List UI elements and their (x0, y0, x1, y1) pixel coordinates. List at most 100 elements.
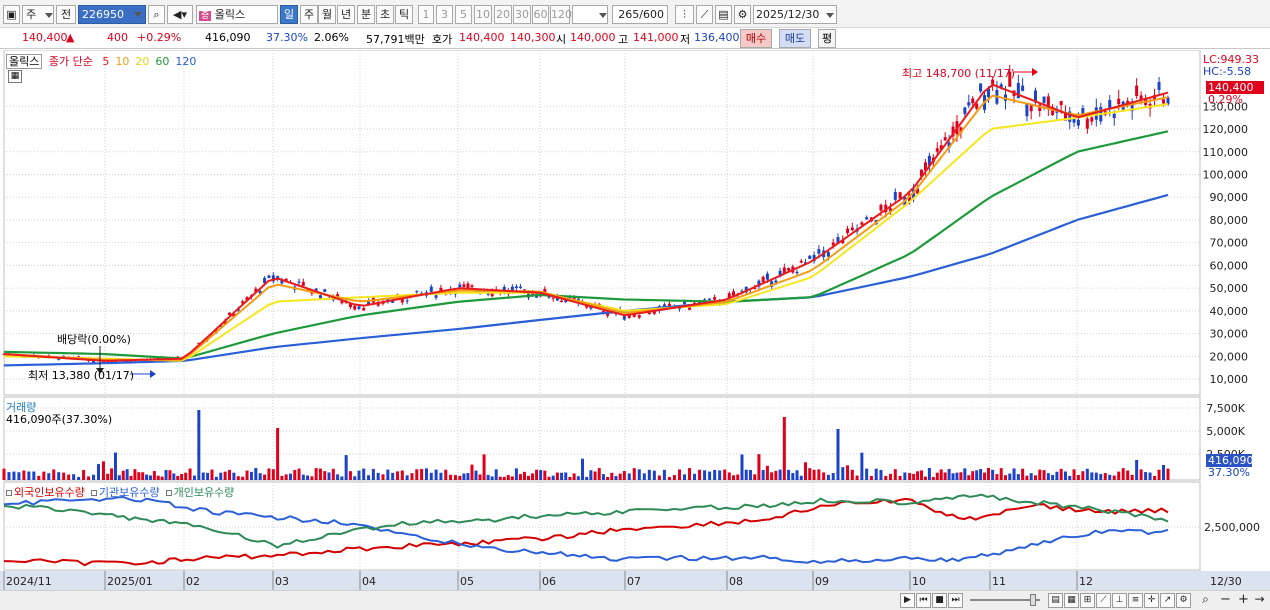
scroll-right-end-icon[interactable]: → (1252, 593, 1267, 608)
compare-icon[interactable]: ⊞ (1080, 593, 1095, 608)
period-tab-3[interactable]: 년 (337, 5, 355, 24)
stop-icon[interactable]: ■ (932, 593, 947, 608)
search-icon[interactable]: ⌕ (148, 5, 165, 24)
interval-button-0[interactable]: 1 (418, 5, 434, 24)
ma-period-60[interactable]: 60 (155, 55, 169, 68)
crosshair-icon[interactable]: ✛ (1144, 593, 1159, 608)
chart-canvas[interactable]: 130,000120,000110,000100,00090,00080,000… (0, 50, 1270, 590)
price-tick-label: 10,000 (1210, 373, 1249, 386)
layout-icon[interactable]: ▤ (1048, 593, 1063, 608)
period-tab-2[interactable]: 월 (318, 5, 336, 24)
date-field[interactable]: 2025/12/30 (753, 5, 837, 24)
zoom-slider-handle[interactable] (1030, 594, 1036, 606)
volume-bar (47, 473, 51, 480)
zoom-plus-icon[interactable]: + (1236, 593, 1251, 608)
volume-bar (1126, 470, 1130, 480)
holding-series-label[interactable]: 외국인보유수량 (14, 486, 85, 499)
volume-bar (462, 473, 466, 480)
volume-bar (197, 410, 201, 480)
fibo-icon[interactable]: ≡ (1128, 593, 1143, 608)
volume-bar (1003, 475, 1007, 480)
gear-icon[interactable]: ⚙ (734, 5, 751, 24)
scroll-end-icon[interactable]: ⏭ (948, 593, 963, 608)
interval-custom-select[interactable] (572, 5, 608, 24)
calculator-icon[interactable]: ▦ (8, 70, 22, 83)
settings-icon[interactable]: ⚙ (1176, 593, 1191, 608)
volume-bar (117, 475, 121, 480)
interval-button-7[interactable]: 120 (550, 5, 572, 24)
eval-button[interactable]: 평 (818, 29, 836, 48)
volume-bar (133, 469, 137, 480)
chevron-down-icon (599, 13, 607, 18)
ma-period-20[interactable]: 20 (135, 55, 149, 68)
draw-tool-icon[interactable]: ⟋ (696, 5, 713, 24)
interval-button-6[interactable]: 60 (532, 5, 549, 24)
bar-count-field[interactable]: 265/600 (612, 5, 668, 24)
stock-code-dropdown-icon[interactable] (134, 12, 142, 17)
candle-body (1117, 98, 1121, 105)
current-pct-tag: 0.29% (1208, 93, 1243, 106)
bid-price: 140,300 (510, 31, 556, 44)
market-select[interactable]: 주 (22, 5, 54, 24)
scroll-right-icon[interactable]: ▶ (900, 593, 915, 608)
x-axis-label: 05 (460, 575, 474, 588)
ma-period-5[interactable]: 5 (102, 55, 109, 68)
holding-series-label[interactable]: 개인보유수량 (174, 486, 235, 499)
ma-period-10[interactable]: 10 (115, 55, 129, 68)
volume-bar (518, 474, 522, 480)
line-tool-icon[interactable]: ⟋ (1096, 593, 1111, 608)
stock-name-field[interactable]: 증 올릭스 (196, 5, 278, 24)
ma-period-120[interactable]: 120 (175, 55, 196, 68)
volume-bar (381, 474, 385, 480)
interval-button-2[interactable]: 5 (455, 5, 472, 24)
bottom-navigation-bar: ▶ ⏮ ■ ⏭ ▤ ▦ ⊞ ⟋ ⊥ ≡ ✛ ↗ ⚙ ⌕ − + → (0, 590, 1270, 610)
period-tab-1[interactable]: 주 (300, 5, 318, 24)
volume-bar (522, 471, 526, 480)
candle-body (518, 286, 522, 289)
interval-button-1[interactable]: 3 (436, 5, 453, 24)
zoom-out-icon[interactable]: ⌕ (1198, 593, 1213, 608)
candle-type-icon[interactable]: ⫶ (675, 5, 694, 24)
interval-button-4[interactable]: 20 (494, 5, 512, 24)
volume-bar (662, 469, 666, 480)
zoom-minus-icon[interactable]: − (1218, 593, 1233, 608)
period-tab-4[interactable]: 분 (357, 5, 375, 24)
hoga-label: 호가 (432, 33, 453, 46)
ruler-icon[interactable]: ⊥ (1112, 593, 1127, 608)
volume-bar (761, 470, 765, 480)
dividend-annotation: 배당락(0.00%) (57, 333, 131, 346)
chart-area[interactable]: 130,000 120,000 110,000 100,000 90,000 80,000… (0, 50, 1270, 590)
volume-bar (1068, 475, 1072, 480)
volume-bar (683, 474, 686, 480)
volume-bar (188, 468, 192, 480)
volume-bar (943, 472, 947, 480)
volume-bar (1130, 474, 1134, 480)
volume-bar (391, 472, 395, 480)
volume-bar (1033, 475, 1037, 480)
volume-bar (288, 473, 292, 480)
volume-bar (415, 469, 419, 480)
period-tab-0[interactable]: 일 (280, 5, 298, 24)
trend-icon[interactable]: ↗ (1160, 593, 1175, 608)
buy-button[interactable]: 매수 (740, 29, 772, 48)
save-icon[interactable]: ▤ (715, 5, 732, 24)
scroll-start-icon[interactable]: ⏮ (916, 593, 931, 608)
window-menu-icon[interactable]: ▣ (3, 5, 20, 24)
volume-bar (129, 475, 133, 480)
holding-series-label[interactable]: 기관보유수량 (99, 486, 160, 499)
volume-bar (67, 474, 71, 480)
prev-button[interactable]: 전 (56, 5, 76, 24)
interval-button-3[interactable]: 10 (474, 5, 492, 24)
period-tab-5[interactable]: 초 (376, 5, 394, 24)
interval-button-5[interactable]: 30 (513, 5, 531, 24)
volume-bar (770, 472, 774, 480)
volume-bar (96, 464, 100, 480)
sell-button[interactable]: 매도 (779, 29, 811, 48)
speaker-icon[interactable]: ◀▾ (167, 5, 193, 24)
volume-bar (787, 469, 791, 480)
candle-body (971, 98, 975, 104)
grid-icon[interactable]: ▦ (1064, 593, 1079, 608)
period-tab-6[interactable]: 틱 (395, 5, 413, 24)
volume-bar (991, 469, 995, 480)
stock-name-tag[interactable]: 올릭스 (6, 54, 43, 69)
